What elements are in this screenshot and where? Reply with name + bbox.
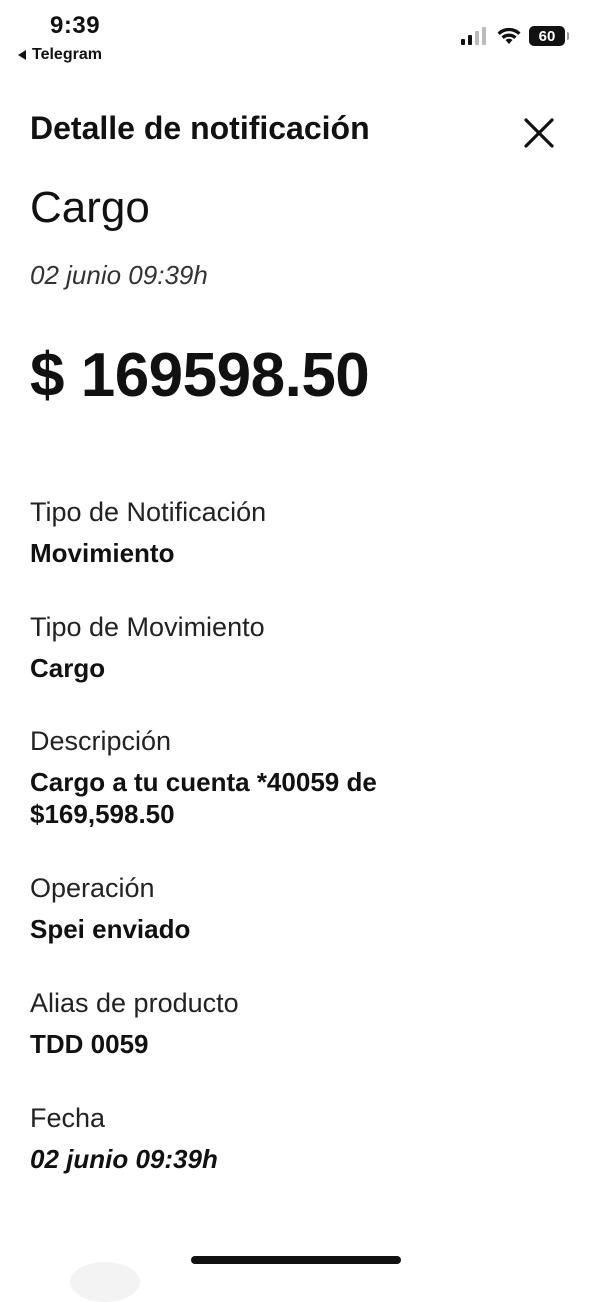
detail-value: Movimiento xyxy=(30,538,175,568)
back-arrow-icon xyxy=(18,50,26,60)
wifi-icon xyxy=(497,27,521,44)
close-icon xyxy=(524,118,554,148)
status-time: 9:39 xyxy=(50,12,101,39)
detail-label: Fecha xyxy=(30,1103,106,1133)
background-shape xyxy=(70,1262,140,1302)
notification-title: Cargo xyxy=(30,183,150,232)
detail-value: Cargo a tu cuenta *40059 de $169,598.50 xyxy=(30,767,377,829)
detail-operation: Operación Spei enviado xyxy=(30,871,560,945)
detail-value: TDD 0059 xyxy=(30,1029,149,1059)
notification-date: 02 junio 09:39h xyxy=(30,260,208,290)
detail-label: Descripción xyxy=(30,726,172,756)
detail-description: Descripción Cargo a tu cuenta *40059 de … xyxy=(30,724,560,830)
detail-movement-type: Tipo de Movimiento Cargo xyxy=(30,610,560,684)
detail-date: Fecha 02 junio 09:39h xyxy=(30,1101,560,1175)
detail-label: Tipo de Movimiento xyxy=(30,612,265,642)
amount: $ 169598.50 xyxy=(30,341,370,410)
home-indicator[interactable] xyxy=(191,1256,401,1264)
detail-label: Operación xyxy=(30,873,155,903)
detail-notification-type: Tipo de Notificación Movimiento xyxy=(30,495,560,569)
back-to-telegram-link[interactable]: Telegram xyxy=(18,46,102,64)
detail-product-alias: Alias de producto TDD 0059 xyxy=(30,986,560,1060)
detail-value: Spei enviado xyxy=(30,914,191,944)
battery-icon: 60 xyxy=(529,26,569,46)
battery-level: 60 xyxy=(538,27,556,45)
detail-value: Cargo xyxy=(30,653,106,683)
cellular-signal-icon xyxy=(461,27,486,45)
detail-label: Alias de producto xyxy=(30,988,239,1018)
close-button[interactable] xyxy=(518,112,560,154)
status-icons: 60 xyxy=(461,26,569,46)
detail-value: 02 junio 09:39h xyxy=(30,1144,218,1174)
status-bar: 9:39 Telegram 60 xyxy=(0,0,591,74)
back-app-label: Telegram xyxy=(32,46,102,63)
detail-label: Tipo de Notificación xyxy=(30,497,267,527)
page-title: Detalle de notificación xyxy=(30,110,370,146)
